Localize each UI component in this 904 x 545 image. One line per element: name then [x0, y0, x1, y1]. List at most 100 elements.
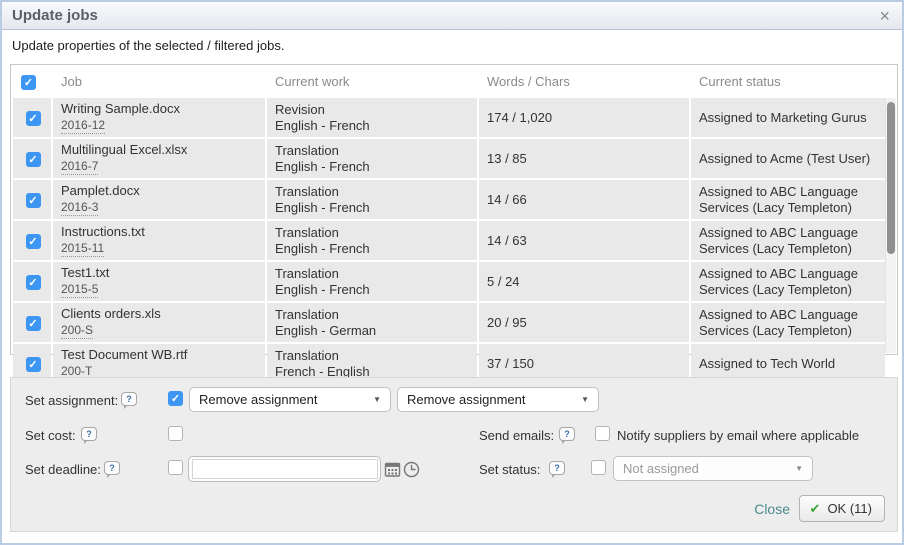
language-pair: English - German	[275, 323, 471, 339]
row-checkbox[interactable]: ✓	[26, 357, 41, 372]
work-type: Translation	[275, 266, 471, 282]
deadline-input-group	[188, 456, 381, 482]
current-status: Assigned to ABC Language Services (Lacy …	[691, 303, 885, 342]
checkmark-icon: ✓	[27, 276, 40, 289]
language-pair: English - French	[275, 159, 471, 175]
jobs-table-body: ✓ Writing Sample.docx 2016-12 Revision E…	[13, 98, 885, 383]
job-name: Test1.txt	[61, 265, 259, 281]
words-chars: 174 / 1,020	[479, 98, 689, 137]
close-button[interactable]: Close	[754, 501, 790, 517]
ok-button-label: OK (11)	[827, 501, 872, 516]
table-row: ✓ Instructions.txt 2015-11 Translation E…	[13, 221, 885, 260]
ok-check-icon: ✔	[810, 501, 821, 517]
work-type: Translation	[275, 143, 471, 159]
language-pair: English - French	[275, 241, 471, 257]
send-emails-help-icon[interactable]: ?	[559, 427, 575, 441]
set-deadline-label: Set deadline:	[25, 462, 101, 477]
current-status: Assigned to Acme (Test User)	[691, 139, 885, 178]
table-row: ✓ Multilingual Excel.xlsx 2016-7 Transla…	[13, 139, 885, 178]
row-checkbox[interactable]: ✓	[26, 152, 41, 167]
column-header-job: Job	[53, 67, 265, 96]
job-code[interactable]: 2016-7	[61, 159, 98, 175]
assignment-dropdown-2[interactable]: Remove assignment ▼	[397, 387, 599, 412]
dialog-subtitle: Update properties of the selected / filt…	[12, 38, 284, 53]
set-assignment-label: Set assignment:	[25, 393, 118, 408]
job-name: Pamplet.docx	[61, 183, 259, 199]
ok-button[interactable]: ✔ OK (11)	[799, 495, 885, 522]
words-chars: 13 / 85	[479, 139, 689, 178]
words-chars: 14 / 63	[479, 221, 689, 260]
words-chars: 20 / 95	[479, 303, 689, 342]
set-deadline-help-icon[interactable]: ?	[104, 461, 120, 475]
work-type: Translation	[275, 225, 471, 241]
calendar-icon[interactable]	[384, 461, 401, 478]
notify-suppliers-label: Notify suppliers by email where applicab…	[617, 428, 859, 443]
set-deadline-checkbox[interactable]: ✓	[168, 460, 183, 475]
set-cost-help-icon[interactable]: ?	[81, 427, 97, 441]
status-dropdown-value: Not assigned	[623, 461, 699, 476]
checkmark-icon: ✓	[27, 153, 40, 166]
job-code[interactable]: 2015-5	[61, 282, 98, 298]
set-status-label: Set status:	[479, 462, 540, 477]
work-type: Revision	[275, 102, 471, 118]
job-name: Instructions.txt	[61, 224, 259, 240]
notify-suppliers-checkbox[interactable]: ✓	[595, 426, 610, 441]
language-pair: English - French	[275, 118, 471, 134]
assignment-dropdown-1[interactable]: Remove assignment ▼	[189, 387, 391, 412]
job-code[interactable]: 2015-11	[61, 241, 104, 257]
job-code[interactable]: 200-S	[61, 323, 93, 339]
current-status: Assigned to Marketing Gurus	[691, 98, 885, 137]
status-dropdown[interactable]: Not assigned ▼	[613, 456, 813, 481]
set-status-checkbox[interactable]: ✓	[591, 460, 606, 475]
row-checkbox[interactable]: ✓	[26, 111, 41, 126]
checkmark-icon: ✓	[27, 235, 40, 248]
job-code[interactable]: 2016-3	[61, 200, 98, 216]
checkmark-icon: ✓	[22, 76, 35, 89]
job-code[interactable]: 2016-12	[61, 118, 105, 134]
dialog-title: Update jobs	[2, 7, 98, 24]
column-header-current-work: Current work	[267, 67, 477, 96]
set-cost-checkbox[interactable]: ✓	[168, 426, 183, 441]
select-all-checkbox[interactable]: ✓	[21, 75, 36, 90]
checkmark-icon: ✓	[27, 194, 40, 207]
clock-icon[interactable]	[403, 461, 420, 478]
job-name: Clients orders.xls	[61, 306, 259, 322]
current-status: Assigned to ABC Language Services (Lacy …	[691, 180, 885, 219]
checkmark-icon: ✓	[27, 112, 40, 125]
table-row: ✓ Clients orders.xls 200-S Translation E…	[13, 303, 885, 342]
language-pair: English - French	[275, 282, 471, 298]
row-checkbox[interactable]: ✓	[26, 316, 41, 331]
dialog-titlebar: Update jobs ×	[2, 2, 902, 30]
row-checkbox[interactable]: ✓	[26, 275, 41, 290]
table-row: ✓ Pamplet.docx 2016-3 Translation Englis…	[13, 180, 885, 219]
table-header-row: ✓ Job Current work Words / Chars Current…	[13, 67, 885, 96]
update-options-panel: Set assignment: ? ✓ Remove assignment ▼ …	[10, 377, 898, 532]
set-assignment-checkbox[interactable]: ✓	[168, 391, 183, 406]
words-chars: 5 / 24	[479, 262, 689, 301]
column-header-words-chars: Words / Chars	[479, 67, 689, 96]
checkmark-icon: ✓	[27, 358, 40, 371]
language-pair: English - French	[275, 200, 471, 216]
words-chars: 14 / 66	[479, 180, 689, 219]
table-scrollbar[interactable]	[885, 98, 896, 353]
work-type: Translation	[275, 307, 471, 323]
scrollbar-thumb[interactable]	[887, 102, 895, 254]
chevron-down-icon: ▼	[373, 388, 381, 412]
job-name: Test Document WB.rtf	[61, 347, 259, 363]
assignment-dropdown-2-value: Remove assignment	[407, 392, 526, 407]
current-status: Assigned to ABC Language Services (Lacy …	[691, 221, 885, 260]
send-emails-label: Send emails:	[479, 428, 554, 443]
set-assignment-help-icon[interactable]: ?	[121, 392, 137, 406]
row-checkbox[interactable]: ✓	[26, 193, 41, 208]
set-status-help-icon[interactable]: ?	[549, 461, 565, 475]
deadline-input[interactable]	[192, 459, 378, 479]
current-status: Assigned to ABC Language Services (Lacy …	[691, 262, 885, 301]
work-type: Translation	[275, 184, 471, 200]
row-checkbox[interactable]: ✓	[26, 234, 41, 249]
job-name: Writing Sample.docx	[61, 101, 259, 117]
close-icon[interactable]: ×	[879, 6, 890, 26]
checkmark-icon: ✓	[27, 317, 40, 330]
chevron-down-icon: ▼	[795, 457, 803, 481]
update-jobs-dialog: Update jobs × Update properties of the s…	[0, 0, 904, 545]
chevron-down-icon: ▼	[581, 388, 589, 412]
